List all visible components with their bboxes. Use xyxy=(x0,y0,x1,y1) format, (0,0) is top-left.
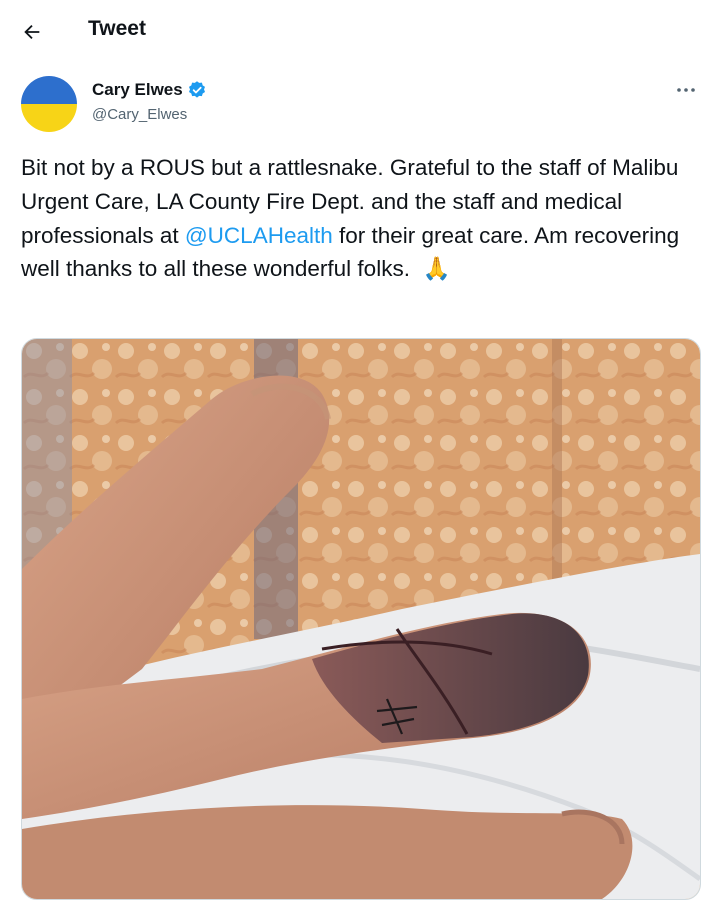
tweet-text: Bit not by a ROUS but a rattlesnake. Gra… xyxy=(21,151,701,286)
avatar[interactable] xyxy=(21,76,77,132)
author-handle[interactable]: @Cary_Elwes xyxy=(92,106,187,123)
tweet-photo[interactable] xyxy=(21,338,701,900)
page-title: Tweet xyxy=(88,17,146,40)
mention-link[interactable]: @UCLAHealth xyxy=(185,223,333,248)
author-name[interactable]: Cary Elwes xyxy=(92,80,207,100)
arrow-left-icon xyxy=(24,24,40,40)
tweet-header: Tweet xyxy=(0,0,720,62)
author-name-label: Cary Elwes xyxy=(92,80,183,99)
more-button[interactable] xyxy=(674,80,698,100)
back-button[interactable] xyxy=(14,14,50,50)
folded-hands-emoji: 🙏 xyxy=(422,256,451,282)
avatar-flag-yellow xyxy=(21,104,77,132)
hand-photo xyxy=(22,339,700,899)
more-dots-icon xyxy=(677,88,695,92)
verified-badge-icon xyxy=(188,81,205,98)
avatar-flag-blue xyxy=(21,76,77,104)
